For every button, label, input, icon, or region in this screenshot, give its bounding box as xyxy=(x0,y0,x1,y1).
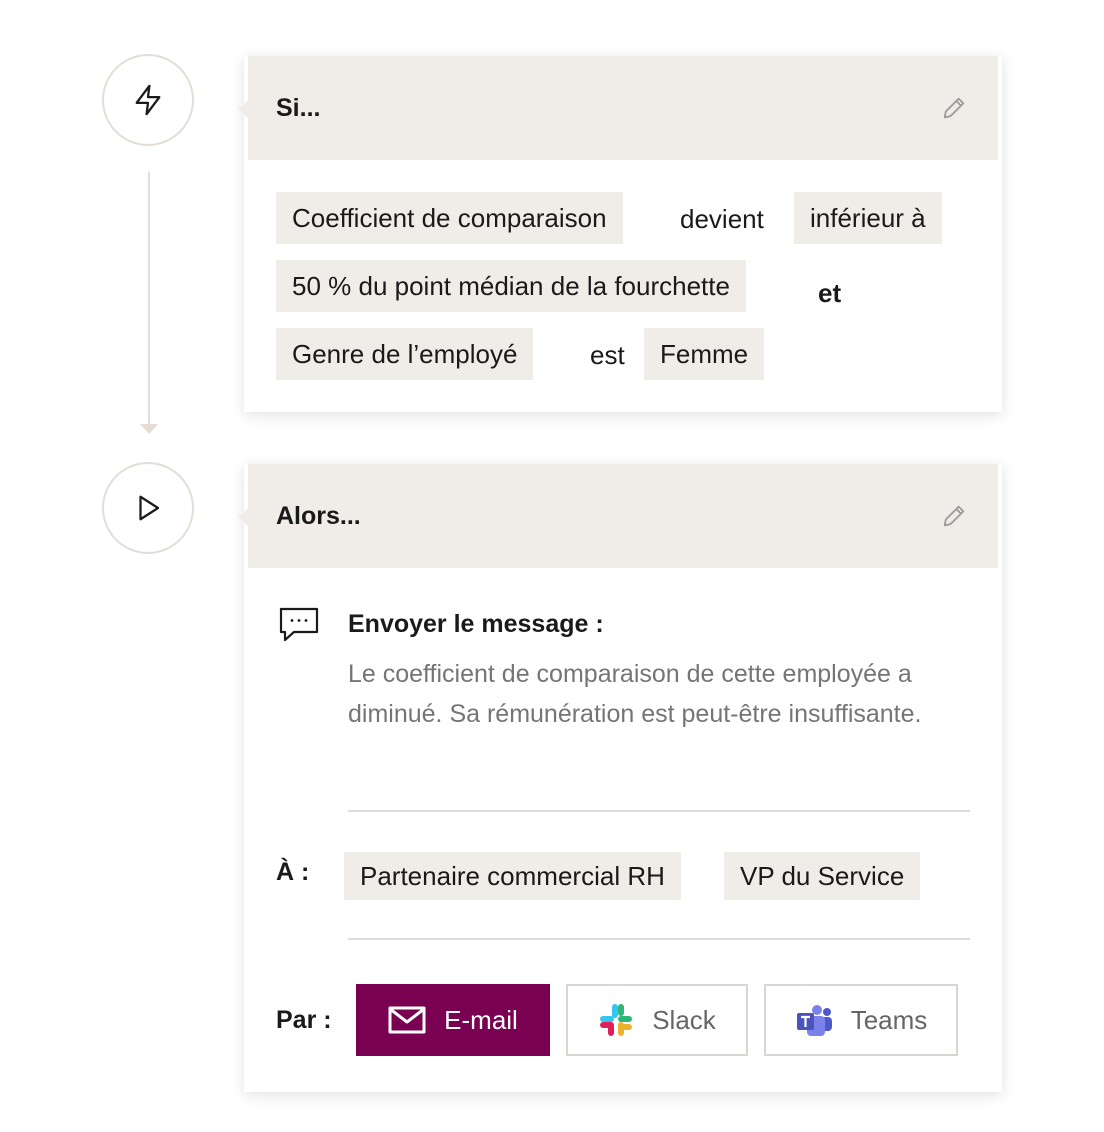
condition-value-chip[interactable]: 50 % du point médian de la fourchette xyxy=(276,260,746,312)
then-title: Alors... xyxy=(276,501,361,530)
action-label: Envoyer le message : xyxy=(348,610,604,638)
recipient-chip[interactable]: Partenaire commercial RH xyxy=(344,852,681,900)
action-step-circle xyxy=(102,462,194,554)
condition-operator: devient xyxy=(680,204,764,234)
teams-channel-button[interactable]: Teams xyxy=(764,984,958,1056)
then-action-card: Alors... Envoyer le message : Le coeffic… xyxy=(238,464,1002,1092)
section-divider xyxy=(348,938,970,940)
if-card-header: Si... xyxy=(248,56,998,160)
message-text: Le coefficient de comparaison de cette e… xyxy=(348,660,922,728)
slack-icon xyxy=(600,1004,633,1036)
if-title: Si... xyxy=(276,93,321,122)
conjunction-label: et xyxy=(818,278,842,308)
condition2-operator: est xyxy=(590,340,625,370)
condition2-field-chip[interactable]: Genre de l’employé xyxy=(276,328,534,380)
condition2-value-chip[interactable]: Femme xyxy=(644,328,765,380)
timeline-connector xyxy=(148,172,150,424)
email-channel-label: E-mail xyxy=(444,1004,518,1035)
envelope-icon xyxy=(388,1006,426,1034)
recipients-label: À : xyxy=(276,858,310,886)
trigger-step-circle xyxy=(102,54,194,146)
lightning-icon xyxy=(135,84,161,116)
if-condition-card: Si... Coefficient de comparaison devient… xyxy=(238,56,1002,412)
recipient-chip[interactable]: VP du Service xyxy=(724,852,921,900)
section-divider xyxy=(348,810,970,812)
chat-bubble-icon xyxy=(279,607,319,642)
play-icon xyxy=(139,495,160,521)
teams-icon xyxy=(796,1005,832,1036)
slack-channel-label: Slack xyxy=(652,1004,716,1035)
teams-channel-label: Teams xyxy=(850,1004,928,1035)
card-pointer xyxy=(238,508,248,526)
timeline-arrow xyxy=(140,424,158,434)
edit-pencil-icon[interactable] xyxy=(940,94,968,122)
channel-label: Par : xyxy=(276,1006,332,1034)
edit-pencil-icon[interactable] xyxy=(940,502,968,530)
condition-field-chip[interactable]: Coefficient de comparaison xyxy=(276,192,623,244)
email-channel-button[interactable]: E-mail xyxy=(356,984,550,1056)
then-card-header: Alors... xyxy=(248,464,998,568)
condition-comparator-chip[interactable]: inférieur à xyxy=(794,192,942,244)
slack-channel-button[interactable]: Slack xyxy=(566,984,748,1056)
card-pointer xyxy=(238,100,248,118)
